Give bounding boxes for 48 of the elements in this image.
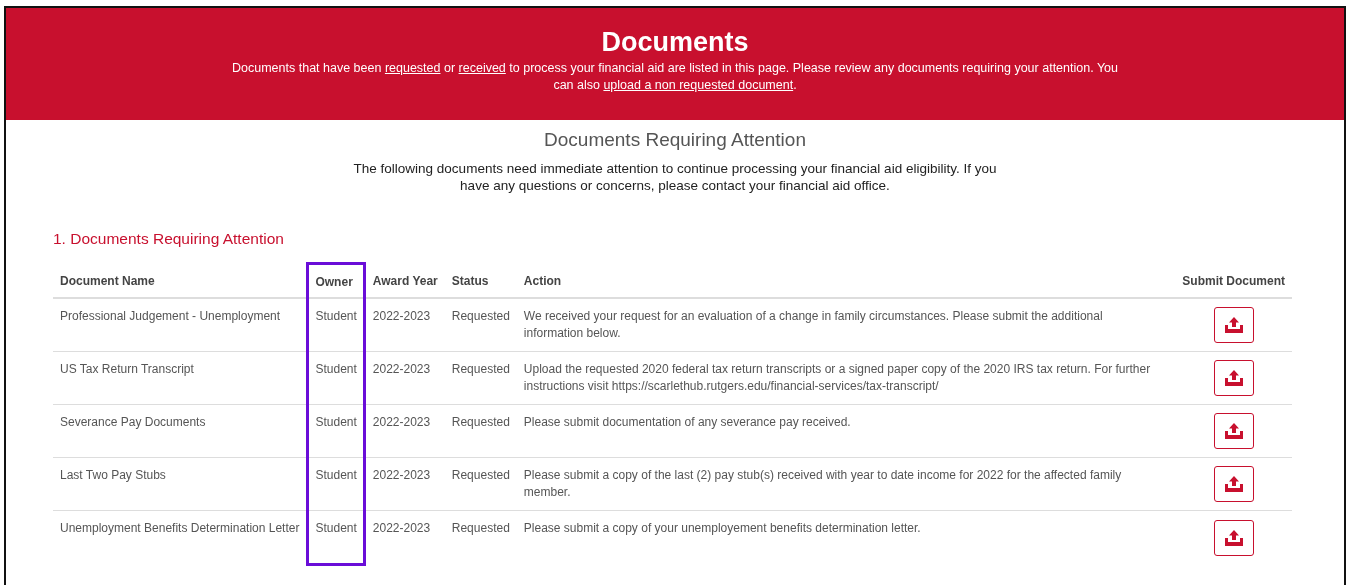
upload-icon xyxy=(1223,528,1244,547)
table-cell: Requested xyxy=(444,457,517,511)
table-cell: Student xyxy=(307,510,365,565)
table-cell: Student xyxy=(307,298,365,352)
upload-button[interactable] xyxy=(1213,519,1254,556)
table-cell: Requested xyxy=(444,404,517,458)
upload-button[interactable] xyxy=(1213,360,1254,396)
table-cell: Requested xyxy=(444,510,517,565)
column-header: Status xyxy=(444,263,517,298)
column-header: Action xyxy=(516,263,1176,298)
table-cell: Severance Pay Documents xyxy=(53,404,308,458)
intro-text: The following documents need immediate attention to continue processing your financial aid eligibility. If you have any questions or concerns, please contact your financial aid office. xyxy=(352,160,998,194)
column-header: Submit Document xyxy=(1175,263,1292,298)
upload-icon xyxy=(1223,475,1244,493)
column-header: Document Name xyxy=(53,263,308,298)
upload-button[interactable] xyxy=(1213,466,1254,502)
table-cell: 2022-2023 xyxy=(364,351,445,405)
table-cell: Unemployment Benefits Determination Letter xyxy=(53,510,308,565)
table-cell: 2022-2023 xyxy=(364,404,445,458)
table-cell: Professional Judgement - Unemployment xyxy=(53,298,308,352)
section-title: 1. Documents Requiring Attention xyxy=(53,230,285,248)
table-cell: US Tax Return Transcript xyxy=(53,351,308,405)
table-cell: Upload the requested 2020 federal tax return transcripts or a signed paper copy of the 2020 IRS tax return. For further instructions visit https://scarlethub.rutgers.edu/financial-services/tax-transcript/ xyxy=(516,351,1176,405)
banner-link[interactable]: requested xyxy=(384,61,441,75)
table-cell: Requested xyxy=(444,351,517,405)
table-cell: Please submit a copy of the last (2) pay stub(s) received with year to date income for 2022 for the affected family member. xyxy=(516,457,1176,511)
table-cell: Last Two Pay Stubs xyxy=(53,457,308,511)
page-title: Documents xyxy=(600,26,750,58)
upload-icon xyxy=(1223,369,1244,387)
table-cell: 2022-2023 xyxy=(364,298,445,352)
table-cell: 2022-2023 xyxy=(364,457,445,511)
table-cell: We received your request for an evaluation of a change in family circumstances. Please submit the additional information below. xyxy=(516,298,1176,352)
table-cell: Student xyxy=(307,351,365,405)
upload-button[interactable] xyxy=(1213,413,1254,449)
table-cell: Please submit documentation of any severance pay received. xyxy=(516,404,1176,458)
upload-icon xyxy=(1223,316,1244,334)
column-header: Award Year xyxy=(364,263,445,298)
table-cell: Student xyxy=(307,457,365,511)
section-heading: Documents Requiring Attention xyxy=(543,129,807,151)
banner-description: Documents that have been requested or received to process your financial aid are listed in this page. Please review any documents requiring your attention. You can also upload a non requested document. xyxy=(231,60,1119,94)
table-cell: 2022-2023 xyxy=(364,510,445,565)
banner-link[interactable]: received xyxy=(458,61,506,75)
column-header: Owner xyxy=(307,263,365,298)
table-cell: Student xyxy=(307,404,365,458)
table-cell: Please submit a copy of your unemployement benefits determination letter. xyxy=(516,510,1176,565)
upload-icon xyxy=(1223,422,1244,440)
table-cell: Requested xyxy=(444,298,517,352)
upload-button[interactable] xyxy=(1213,307,1254,343)
